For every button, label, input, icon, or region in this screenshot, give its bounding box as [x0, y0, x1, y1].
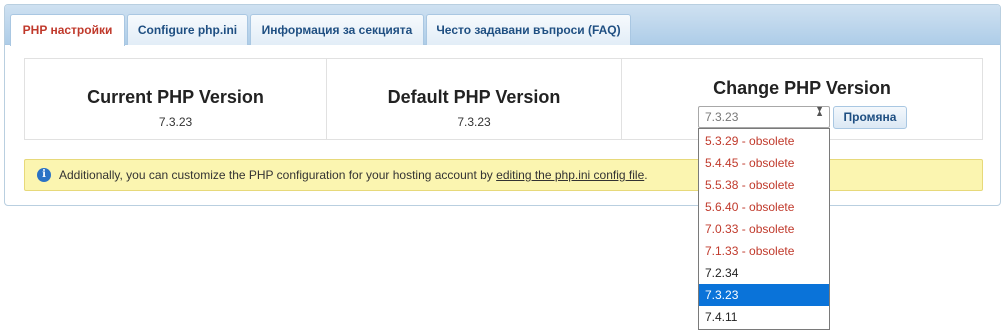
default-version-column: Default PHP Version 7.3.23	[327, 59, 622, 139]
php-version-select[interactable]: 7.3.23 ▲ ▼	[698, 104, 830, 128]
edit-php-ini-link[interactable]: editing the php.ini config file	[496, 168, 644, 182]
tab-bar: PHP настройки Configure php.ini Информац…	[5, 5, 1000, 46]
change-version-button[interactable]: Промяна	[833, 106, 907, 129]
alert-text-before: Additionally, you can customize the PHP …	[59, 168, 497, 182]
default-version-title: Default PHP Version	[387, 87, 561, 107]
default-version-value: 7.3.23	[457, 115, 491, 129]
current-version-title: Current PHP Version	[87, 87, 264, 107]
version-option[interactable]: 5.3.29 - obsolete	[699, 130, 829, 152]
change-version-title: Change PHP Version	[713, 78, 891, 98]
php-settings-panel: PHP настройки Configure php.ini Информац…	[4, 4, 1001, 206]
version-option[interactable]: 7.4.11	[699, 306, 829, 328]
version-option[interactable]: 7.1.33 - obsolete	[699, 240, 829, 262]
alert-text-after: .	[644, 168, 648, 182]
current-version-column: Current PHP Version 7.3.23	[25, 59, 327, 139]
current-version-value: 7.3.23	[158, 115, 193, 129]
tab-php-settings[interactable]: PHP настройки	[10, 14, 125, 46]
version-option[interactable]: 7.0.33 - obsolete	[699, 218, 829, 240]
version-option[interactable]: 5.5.38 - obsolete	[699, 174, 829, 196]
version-option-selected[interactable]: 7.3.23	[699, 284, 829, 306]
tab-faq[interactable]: Често задавани въпроси (FAQ)	[426, 14, 631, 45]
info-alert: i Additionally, you can customize the PH…	[24, 159, 983, 191]
version-option[interactable]: 5.4.45 - obsolete	[699, 152, 829, 174]
selected-version: 7.3.23	[705, 110, 739, 124]
version-option[interactable]: 5.6.40 - obsolete	[699, 196, 829, 218]
info-icon: i	[37, 168, 51, 182]
tab-configure-php-ini[interactable]: Configure php.ini	[127, 14, 248, 45]
tab-section-info[interactable]: Информация за секцията	[250, 14, 424, 45]
select-arrows-icon: ▲ ▼	[815, 104, 824, 118]
version-option[interactable]: 7.2.34	[699, 262, 829, 284]
php-version-dropdown: 5.3.29 - obsolete 5.4.45 - obsolete 5.5.…	[698, 128, 830, 330]
